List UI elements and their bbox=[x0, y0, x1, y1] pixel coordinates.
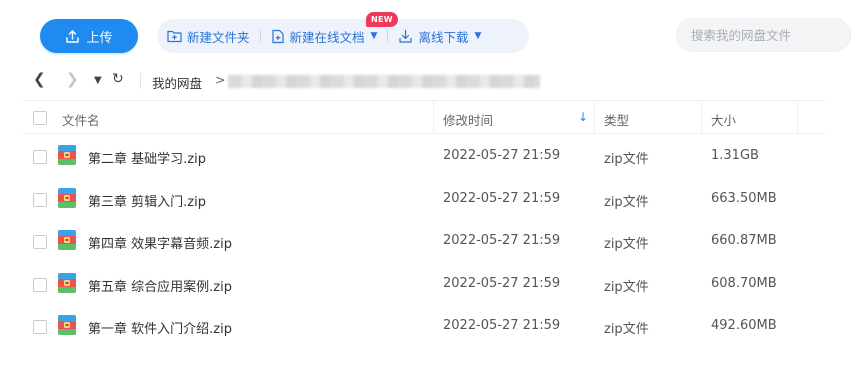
zip-file-icon bbox=[58, 272, 76, 293]
file-modified-time: 2022-05-27 21:59 bbox=[443, 275, 561, 291]
upload-icon bbox=[66, 29, 80, 43]
new-online-doc-label: 新建在线文档 bbox=[289, 29, 365, 45]
new-doc-icon bbox=[271, 29, 284, 43]
file-modified-time: 2022-05-27 21:59 bbox=[443, 318, 561, 333]
file-size: 660.87MB bbox=[711, 233, 777, 248]
file-name[interactable]: 第一章 软件入门介绍.zip bbox=[88, 318, 232, 337]
column-divider bbox=[433, 101, 434, 134]
download-icon bbox=[399, 29, 413, 43]
file-type: zip文件 bbox=[604, 279, 649, 295]
table-row[interactable]: 第一章 软件入门介绍.zip 2022-05-27 21:59 zip文件 49… bbox=[22, 305, 825, 348]
back-arrow-icon[interactable]: ❮ bbox=[33, 70, 46, 88]
row-checkbox[interactable] bbox=[33, 235, 47, 249]
new-badge: NEW bbox=[366, 12, 398, 27]
offline-download-button[interactable]: 离线下载 ▼ bbox=[388, 19, 491, 53]
file-size: 1.31GB bbox=[711, 148, 759, 163]
file-size: 492.60MB bbox=[711, 318, 777, 333]
column-header-type[interactable]: 类型 bbox=[604, 110, 629, 129]
search-input[interactable] bbox=[689, 26, 843, 44]
table-row[interactable]: 第五章 综合应用案例.zip 2022-05-27 21:59 zip文件 60… bbox=[22, 263, 825, 306]
file-name[interactable]: 第四章 效果字幕音频.zip bbox=[88, 233, 232, 252]
new-folder-button[interactable]: 新建文件夹 bbox=[157, 19, 260, 53]
caret-down-icon: ▼ bbox=[474, 31, 482, 41]
zip-file-icon bbox=[58, 315, 76, 335]
history-dropdown-icon[interactable]: ▼ bbox=[94, 75, 102, 86]
file-type: zip文件 bbox=[604, 237, 649, 252]
refresh-icon[interactable]: ↻ bbox=[112, 71, 124, 87]
file-type: zip文件 bbox=[604, 322, 649, 337]
file-size: 663.50MB bbox=[711, 190, 777, 206]
new-folder-icon bbox=[167, 30, 182, 43]
column-header-size[interactable]: 大小 bbox=[711, 110, 736, 129]
file-modified-time: 2022-05-27 21:59 bbox=[443, 148, 561, 163]
column-header-name[interactable]: 文件名 bbox=[62, 110, 100, 129]
table-row[interactable]: 第四章 效果字幕音频.zip 2022-05-27 21:59 zip文件 66… bbox=[22, 220, 825, 263]
upload-button[interactable]: 上传 bbox=[40, 19, 138, 53]
table-row[interactable]: 第三章 剪辑入门.zip 2022-05-27 21:59 zip文件 663.… bbox=[22, 178, 825, 221]
sort-descending-icon[interactable]: ↓ bbox=[578, 110, 588, 124]
zip-file-icon bbox=[58, 145, 76, 165]
table-header: 文件名 修改时间 ↓ 类型 大小 bbox=[22, 100, 825, 134]
caret-down-icon: ▼ bbox=[370, 31, 378, 41]
column-divider bbox=[701, 101, 702, 134]
file-type: zip文件 bbox=[604, 194, 649, 210]
offline-download-label: 离线下载 bbox=[418, 29, 469, 45]
file-list: 第二章 基础学习.zip 2022-05-27 21:59 zip文件 1.31… bbox=[22, 135, 825, 348]
nav-divider bbox=[140, 73, 141, 89]
file-size: 608.70MB bbox=[711, 275, 777, 291]
new-folder-label: 新建文件夹 bbox=[187, 29, 250, 45]
zip-file-icon bbox=[58, 230, 76, 250]
row-checkbox[interactable] bbox=[33, 277, 47, 292]
file-name[interactable]: 第五章 综合应用案例.zip bbox=[88, 276, 232, 295]
toolbar: 上传 新建文件夹 新建在线文档 ▼ 离线下载 ▼ NEW 搜索我的网盘文件 bbox=[0, 0, 855, 70]
column-header-modified[interactable]: 修改时间 bbox=[443, 110, 493, 129]
column-divider bbox=[797, 101, 798, 134]
upload-label: 上传 bbox=[86, 30, 113, 46]
search-box[interactable] bbox=[676, 18, 851, 52]
select-all-checkbox[interactable] bbox=[33, 111, 47, 125]
zip-file-icon bbox=[58, 187, 76, 208]
table-row[interactable]: 第二章 基础学习.zip 2022-05-27 21:59 zip文件 1.31… bbox=[22, 135, 825, 178]
breadcrumb-separator: > bbox=[215, 72, 226, 87]
file-name[interactable]: 第三章 剪辑入门.zip bbox=[88, 191, 206, 210]
breadcrumb-path-redacted bbox=[228, 75, 540, 88]
navigation-bar: ❮ ❯ ▼ ↻ 我的网盘 > bbox=[0, 66, 855, 96]
forward-arrow-icon[interactable]: ❯ bbox=[66, 70, 79, 88]
file-name[interactable]: 第二章 基础学习.zip bbox=[88, 148, 206, 167]
row-checkbox[interactable] bbox=[33, 192, 47, 207]
action-group: 新建文件夹 新建在线文档 ▼ 离线下载 ▼ bbox=[157, 19, 529, 53]
breadcrumb-root[interactable]: 我的网盘 bbox=[152, 73, 202, 92]
file-type: zip文件 bbox=[604, 152, 649, 167]
file-modified-time: 2022-05-27 21:59 bbox=[443, 190, 561, 206]
column-divider bbox=[594, 101, 595, 134]
file-modified-time: 2022-05-27 21:59 bbox=[443, 233, 561, 248]
row-checkbox[interactable] bbox=[33, 150, 47, 164]
row-checkbox[interactable] bbox=[33, 320, 47, 334]
